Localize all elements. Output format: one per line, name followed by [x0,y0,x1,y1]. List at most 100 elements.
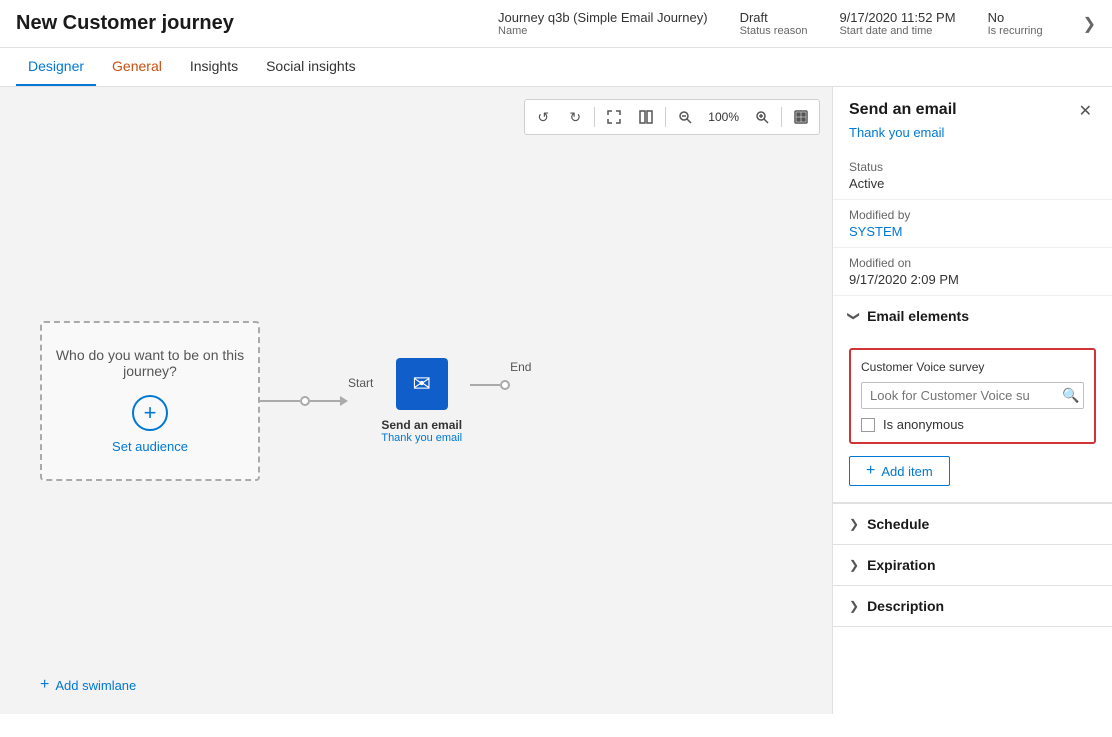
panel-close-button[interactable]: ✕ [1075,101,1096,121]
panel-subtitle[interactable]: Thank you email [833,125,1112,152]
schedule-accordion-header[interactable]: ❯ Schedule [833,504,1112,544]
tab-insights[interactable]: Insights [178,48,250,86]
audience-swimlane: Who do you want to be on this journey? +… [40,321,260,481]
journey-flow: Who do you want to be on this journey? +… [40,147,812,654]
toolbar-separator-3 [781,107,782,127]
description-accordion-header[interactable]: ❯ Description [833,586,1112,626]
status-field-value: Active [849,176,1096,191]
modified-on-value: 9/17/2020 2:09 PM [849,272,1096,287]
modified-by-value[interactable]: SYSTEM [849,224,1096,239]
tab-social-insights[interactable]: Social insights [254,48,368,86]
arrow-line-1 [260,400,300,402]
start-label: Start [348,376,373,390]
app-header: New Customer journey Journey q3b (Simple… [0,0,1112,48]
end-dot [500,380,510,390]
main-layout: ↺ ↻ 100% [0,87,1112,714]
modified-on-section: Modified on 9/17/2020 2:09 PM [833,248,1112,296]
date-value: 9/17/2020 11:52 PM [839,10,955,25]
email-node-box[interactable]: ✉ [396,358,448,410]
arrow-head-1 [340,396,348,406]
modified-by-label: Modified by [849,208,1096,222]
cv-anonymous-row: Is anonymous [861,417,1084,432]
end-label: End [510,360,531,374]
tab-designer[interactable]: Designer [16,48,96,86]
cv-survey-label: Customer Voice survey [861,360,1084,374]
journey-name-field: Journey q3b (Simple Email Journey) Name [498,10,708,37]
properties-panel: Send an email ✕ Thank you email Status A… [832,87,1112,714]
status-section: Status Active [833,152,1112,200]
cv-anonymous-label: Is anonymous [883,417,964,432]
cv-search-icon: 🔍 [1054,387,1084,404]
modified-by-section: Modified by SYSTEM [833,200,1112,248]
add-swimlane-button[interactable]: + Add swimlane [40,676,136,694]
add-swimlane-icon: + [40,676,49,694]
cv-anonymous-checkbox[interactable] [861,418,875,432]
add-item-label: Add item [881,464,932,479]
journey-name-value: Journey q3b (Simple Email Journey) [498,10,708,25]
description-title: Description [867,598,944,614]
panel-title: Send an email [849,101,957,119]
status-label: Status reason [740,25,808,37]
email-elements-chevron-icon: ❯ [847,311,861,321]
cv-search-input[interactable] [862,383,1054,408]
description-accordion: ❯ Description [833,586,1112,627]
canvas-toolbar: ↺ ↻ 100% [524,99,820,135]
add-swimlane-label: Add swimlane [55,678,136,693]
zoom-in-button[interactable] [747,103,777,131]
expiration-chevron-icon: ❯ [849,558,859,572]
journey-name-label: Name [498,25,527,37]
recurring-label: Is recurring [988,25,1043,37]
node-label: Send an email [381,418,462,432]
schedule-accordion: ❯ Schedule [833,504,1112,545]
columns-button[interactable] [631,103,661,131]
date-label: Start date and time [839,25,932,37]
undo-button[interactable]: ↺ [528,103,558,131]
expiration-accordion-header[interactable]: ❯ Expiration [833,545,1112,585]
arrow-line-2 [310,400,340,402]
add-audience-button[interactable]: + [132,395,168,431]
zoom-out-button[interactable] [670,103,700,131]
toolbar-separator-2 [665,107,666,127]
status-value: Draft [740,10,768,25]
zoom-level: 100% [702,110,745,124]
tab-bar: Designer General Insights Social insight… [0,48,1112,87]
connector-1 [260,396,348,406]
expiration-title: Expiration [867,557,935,573]
customer-voice-survey-box: Customer Voice survey 🔍 ✕ Is anonymous [849,348,1096,444]
fit-button[interactable] [786,103,816,131]
arrow-line-3 [470,384,500,386]
redo-button[interactable]: ↻ [560,103,590,131]
status-field-label: Status [849,160,1096,174]
add-item-button[interactable]: + Add item [849,456,950,486]
tab-general[interactable]: General [100,48,174,86]
description-chevron-icon: ❯ [849,599,859,613]
email-elements-content: Customer Voice survey 🔍 ✕ Is anonymous +… [833,336,1112,503]
journey-canvas-area: ↺ ↻ 100% [0,87,832,714]
email-elements-accordion-header[interactable]: ❯ Email elements [833,296,1112,336]
add-item-icon: + [866,463,875,479]
page-title: New Customer journey [16,12,234,35]
email-icon: ✉ [412,371,430,397]
email-elements-accordion: ❯ Email elements Customer Voice survey 🔍… [833,296,1112,504]
modified-on-label: Modified on [849,256,1096,270]
status-field: Draft Status reason [740,10,808,37]
swimlane-text: Who do you want to be on this journey? [42,347,258,379]
send-email-node[interactable]: ✉ Send an email Thank you email [381,358,462,444]
expand-button[interactable] [599,103,629,131]
header-expand-icon[interactable]: ❯ [1083,14,1096,34]
recurring-field: No Is recurring [988,10,1043,37]
toolbar-separator-1 [594,107,595,127]
panel-header: Send an email ✕ [833,87,1112,125]
node-sublabel: Thank you email [381,432,462,444]
schedule-chevron-icon: ❯ [849,517,859,531]
schedule-title: Schedule [867,516,929,532]
start-dot [300,396,310,406]
recurring-value: No [988,10,1005,25]
email-elements-title: Email elements [867,308,969,324]
header-meta: Journey q3b (Simple Email Journey) Name … [498,10,1096,37]
cv-search-row: 🔍 ✕ [861,382,1084,409]
connector-2 [470,380,510,390]
set-audience-link[interactable]: Set audience [112,439,188,454]
date-field: 9/17/2020 11:52 PM Start date and time [839,10,955,37]
expiration-accordion: ❯ Expiration [833,545,1112,586]
